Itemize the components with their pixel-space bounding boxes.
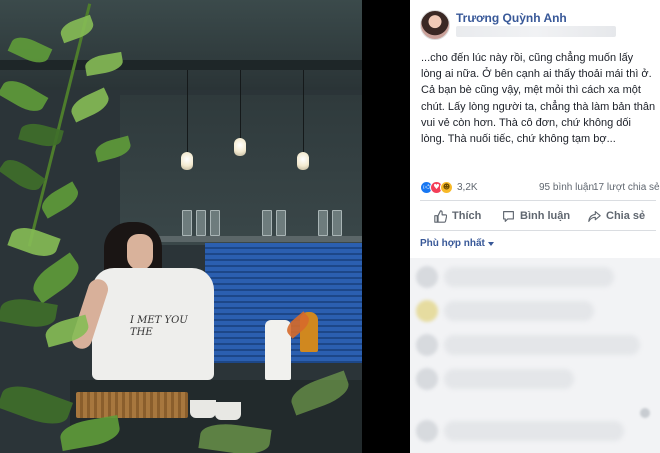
share-button[interactable]: Chia sẻ: [588, 203, 645, 229]
comment-item: [416, 332, 654, 360]
photo-leaf: [7, 222, 61, 262]
photo-shirt-print: I MET YOU THE: [130, 315, 188, 338]
photo-face: [127, 234, 153, 270]
photo-gutter: [362, 0, 410, 453]
photo-glass: [210, 210, 220, 236]
comment-label: Bình luận: [520, 210, 571, 222]
post-stats: 👍︎ ♥ ☻ 3,2K 95 bình luận 17 lượt chia sẻ: [420, 180, 660, 196]
photo-plant-pot: [190, 400, 216, 418]
comment-reaction-blurred: [640, 408, 650, 418]
comment-bubble: [444, 421, 624, 441]
photo-leaf: [0, 154, 46, 196]
photo-lamp-cord: [187, 70, 188, 152]
comment-item: [416, 366, 654, 394]
reaction-count[interactable]: 3,2K: [457, 182, 478, 193]
comment-item: [416, 418, 654, 446]
comment-bubble: [444, 267, 614, 287]
commenter-avatar: [416, 266, 438, 288]
divider: [420, 230, 656, 231]
share-icon: [588, 210, 601, 222]
comments-list-blurred: [410, 258, 660, 453]
comment-bubble: [444, 301, 594, 321]
post-text: ...cho đến lúc này rồi, cũng chẳng muốn …: [421, 52, 656, 146]
photo-light-bulb: [234, 138, 246, 156]
commenter-avatar: [416, 420, 438, 442]
photo-glass: [276, 210, 286, 236]
photo-plant-pot: [215, 402, 241, 420]
comment-bubble: [444, 369, 574, 389]
haha-icon: ☻: [440, 181, 453, 194]
author-name[interactable]: Trương Quỳnh Anh: [456, 11, 567, 25]
post-meta-blurred: [456, 26, 616, 37]
divider: [420, 200, 656, 201]
photo-lamp-cord: [240, 70, 241, 138]
photo-glass: [262, 210, 272, 236]
comment-sort-label: Phù hợp nhất: [420, 238, 485, 249]
post-photo[interactable]: I MET YOU THE: [0, 0, 362, 453]
photo-glass: [196, 210, 206, 236]
share-label: Chia sẻ: [606, 210, 646, 222]
comment-count[interactable]: 95 bình luận: [539, 182, 594, 193]
comment-item: [416, 264, 654, 292]
photo-leaf: [67, 87, 113, 123]
photo-glass: [318, 210, 328, 236]
photo-roof-beam: [0, 60, 362, 70]
share-count[interactable]: 17 lượt chia sẻ: [593, 182, 660, 193]
photo-leaf: [0, 295, 58, 331]
photo-leaf: [27, 252, 85, 304]
comment-item: [416, 298, 654, 326]
commenter-avatar: [416, 300, 438, 322]
commenter-avatar: [416, 368, 438, 390]
comment-icon: [503, 210, 514, 222]
photo-canopy: [0, 0, 362, 90]
like-button[interactable]: Thích: [434, 203, 481, 229]
photo-glass: [182, 210, 192, 236]
photo-light-bulb: [297, 152, 309, 170]
comment-sort-dropdown[interactable]: Phù hợp nhất: [420, 238, 494, 249]
author-avatar[interactable]: [420, 10, 450, 40]
commenter-avatar: [416, 334, 438, 356]
thumbs-up-icon: [434, 209, 447, 223]
photo-basket: [76, 392, 188, 418]
chevron-down-icon: [487, 241, 494, 246]
post-header: Trương Quỳnh Anh: [420, 10, 660, 40]
photo-leaf: [0, 378, 74, 432]
post-actions: Thích Bình luận Chia sẻ: [420, 203, 656, 229]
comment-bubble: [444, 335, 640, 355]
photo-light-bulb: [181, 152, 193, 170]
comment-button[interactable]: Bình luận: [502, 203, 570, 229]
post-panel: Trương Quỳnh Anh ...cho đến lúc này rồi,…: [410, 0, 660, 453]
photo-lamp-cord: [303, 70, 304, 152]
photo-glass: [332, 210, 342, 236]
like-label: Thích: [452, 210, 482, 222]
